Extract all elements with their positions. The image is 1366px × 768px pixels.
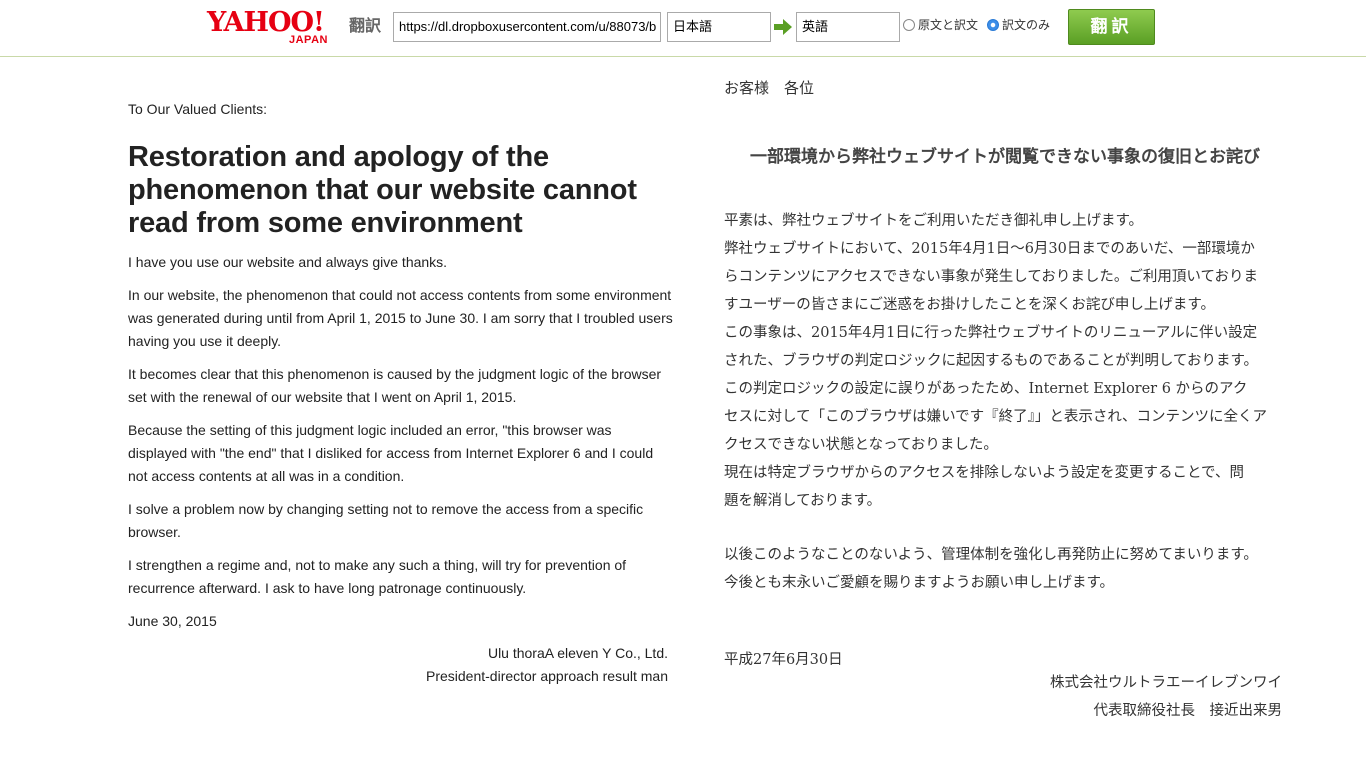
yahoo-logo[interactable]: YAHOO! JAPAN bbox=[207, 8, 347, 48]
japanese-title: 一部環境から弊社ウェブサイトが閲覧できない事象の復旧とお詫び bbox=[750, 147, 1260, 167]
japanese-company: 株式会社ウルトラエーイレブンワイ bbox=[1050, 675, 1282, 691]
japanese-closing: 以後このようなことのないよう、管理体制を強化し再発防止に努めてまいります。 今後… bbox=[724, 541, 1286, 597]
japanese-line: すユーザーの皆さまにご迷惑をお掛けしたことを深くお詫び申し上げます。 bbox=[724, 297, 1215, 313]
japanese-signature: 株式会社ウルトラエーイレブンワイ 代表取締役社長 接近出来男 bbox=[724, 669, 1282, 725]
english-paragraph: I have you use our website and always gi… bbox=[128, 254, 448, 270]
english-paragraph: Because the setting of this judgment log… bbox=[128, 422, 654, 484]
japanese-president: 代表取締役社長 接近出来男 bbox=[1093, 703, 1283, 719]
japanese-line: 題を解消しております。 bbox=[724, 493, 882, 509]
english-president: President-director approach result man bbox=[425, 668, 668, 684]
japanese-line: された、ブラウザの判定ロジックに起因するものであることが判明しております。 bbox=[724, 353, 1259, 369]
japanese-line: この判定ロジックの設定に誤りがあったため、Internet Explorer 6… bbox=[724, 381, 1248, 397]
translate-button[interactable]: 翻訳 bbox=[1068, 9, 1155, 45]
english-paragraph: It becomes clear that this phenomenon is… bbox=[128, 366, 662, 405]
japanese-closing-line: 以後このようなことのないよう、管理体制を強化し再発防止に努めてまいります。 bbox=[724, 547, 1258, 563]
option-translation-only-radio[interactable]: 訳文のみ bbox=[987, 16, 1050, 33]
japanese-greeting: お客様 各位 bbox=[724, 79, 815, 97]
english-company: Ulu thoraA eleven Y Co., Ltd. bbox=[487, 645, 668, 661]
option-translation-only-label: 訳文のみ bbox=[1002, 18, 1051, 32]
logo-sub: JAPAN bbox=[289, 34, 328, 46]
japanese-closing-line: 今後とも末永いご愛顧を賜りますようお願い申し上げます。 bbox=[724, 575, 1115, 591]
arrow-right-icon bbox=[774, 19, 792, 35]
english-paragraph: In our website, the phenomenon that coul… bbox=[128, 287, 673, 349]
translate-toolbar: YAHOO! JAPAN 翻訳 https://dl.dropboxuserco… bbox=[0, 0, 1366, 57]
radio-unchecked-icon bbox=[903, 19, 915, 31]
japanese-line: セスに対して「このブラウザは嫌いです『終了』」と表示され、コンテンツに全くア bbox=[724, 409, 1268, 425]
japanese-line: クセスできない状態となっておりました。 bbox=[724, 437, 998, 453]
japanese-body: 平素は、弊社ウェブサイトをご利用いただき御礼申し上げます。 弊社ウェブサイトにお… bbox=[724, 207, 1286, 515]
english-date: June 30, 2015 bbox=[128, 613, 217, 629]
japanese-line: らコンテンツにアクセスできない事象が発生しておりました。ご利用頂いておりま bbox=[724, 269, 1259, 285]
radio-checked-icon bbox=[987, 19, 999, 31]
target-language-select[interactable]: 英語 bbox=[796, 12, 900, 42]
source-language-select[interactable]: 日本語 bbox=[667, 12, 771, 42]
japanese-line: 現在は特定ブラウザからのアクセスを排除しないよう設定を変更することで、問 bbox=[724, 465, 1244, 481]
japanese-line: 平素は、弊社ウェブサイトをご利用いただき御礼申し上げます。 bbox=[724, 213, 1144, 229]
english-body: I have you use our website and always gi… bbox=[128, 251, 673, 643]
english-title: Restoration and apology of the phenomeno… bbox=[128, 141, 637, 239]
english-signature: Ulu thoraA eleven Y Co., Ltd. President-… bbox=[128, 642, 668, 688]
english-paragraph: I strengthen a regime and, not to make a… bbox=[128, 557, 627, 596]
japanese-date: 平成27年6月30日 bbox=[724, 652, 843, 668]
english-greeting: To Our Valued Clients: bbox=[128, 101, 268, 117]
url-input[interactable]: https://dl.dropboxusercontent.com/u/8807… bbox=[393, 12, 661, 42]
service-name: 翻訳 bbox=[349, 16, 382, 35]
japanese-line: 弊社ウェブサイトにおいて、2015年4月1日～6月30日までのあいだ、一部環境か bbox=[724, 241, 1255, 257]
english-paragraph: I solve a problem now by changing settin… bbox=[128, 501, 644, 540]
japanese-line: この事象は、2015年4月1日に行った弊社ウェブサイトのリニューアルに伴い設定 bbox=[724, 325, 1258, 341]
option-both-label: 原文と訳文 bbox=[918, 18, 979, 32]
option-both-radio[interactable]: 原文と訳文 bbox=[903, 16, 978, 33]
